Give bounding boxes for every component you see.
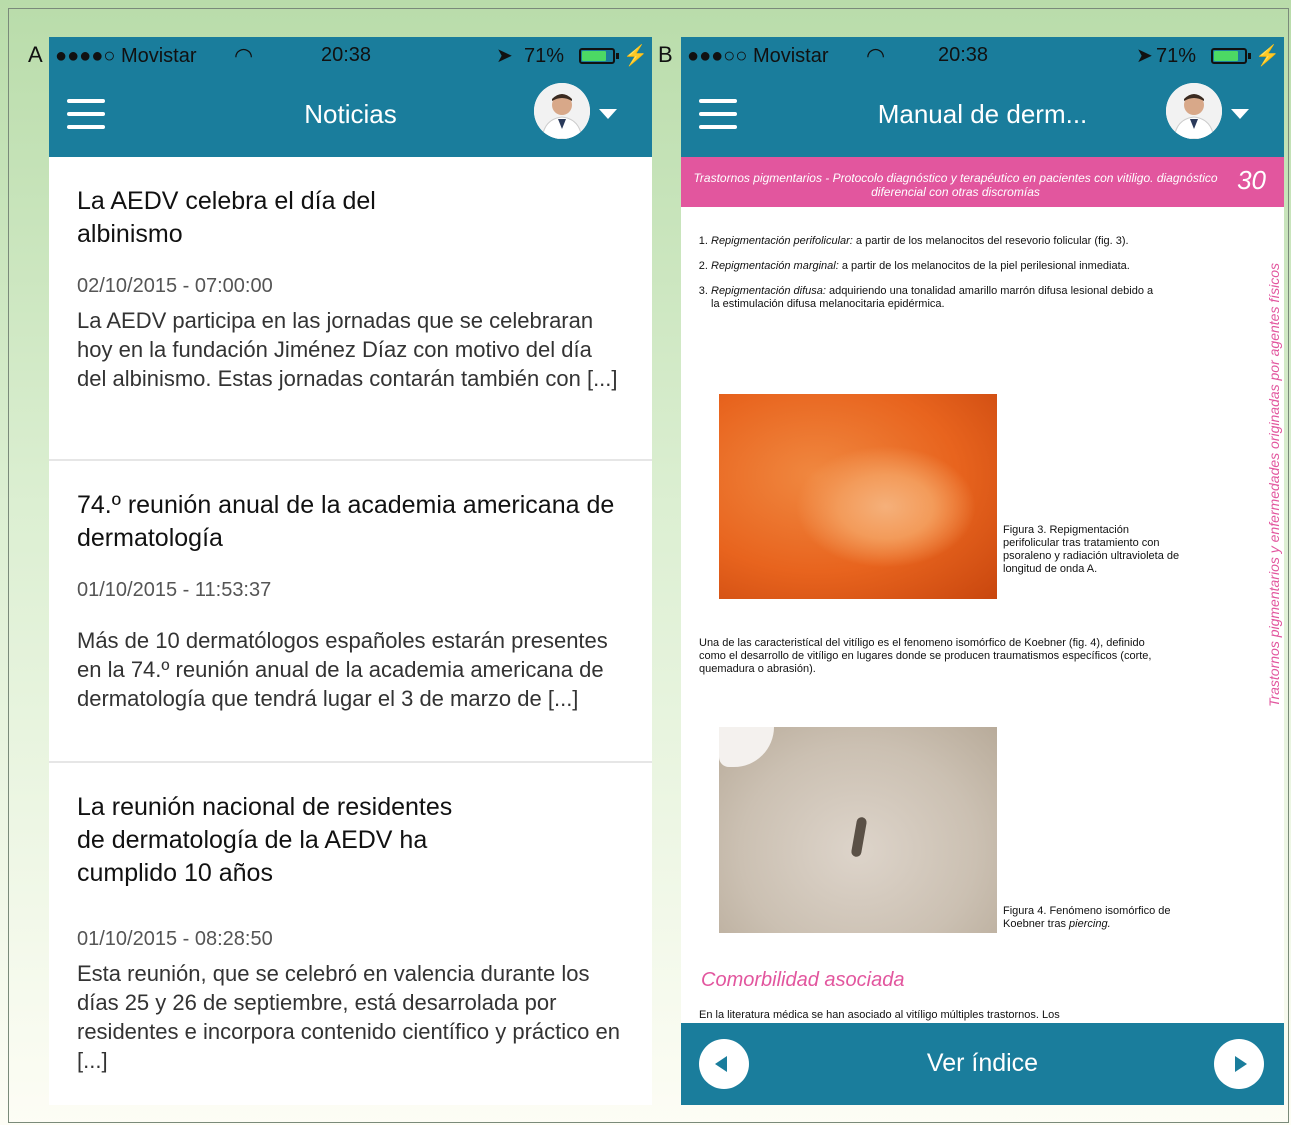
news-date: 01/10/2015 - 11:53:37	[77, 579, 272, 601]
news-title: La AEDV celebra el día del albinismo	[77, 187, 376, 248]
list-item: Repigmentación difusa: adquiriendo una t…	[711, 285, 1159, 311]
page-number: 30	[1237, 165, 1266, 195]
phone-news: ●●●●○ Movistar ◠ 20:38 ➤ 71% ⚡ Noticias …	[49, 37, 652, 1105]
charging-icon: ⚡	[623, 45, 648, 67]
news-item[interactable]: 74.º reunión anual de la academia americ…	[49, 461, 652, 763]
battery-icon	[1211, 48, 1251, 64]
news-item[interactable]: La AEDV celebra el día del albinismo 02/…	[49, 157, 652, 461]
clock: 20:38	[321, 44, 372, 66]
carrier-label: ●●●○○ Movistar	[687, 45, 829, 67]
phone-manual: ●●●○○ Movistar ◠ 20:38 ➤ 71% ⚡ Manual de…	[681, 37, 1284, 1105]
battery-percent: 71%	[524, 45, 565, 67]
section-side-label: Trastornos pigmentarios y enfermedades o…	[1266, 262, 1282, 708]
location-arrow-icon: ➤	[496, 45, 513, 67]
section-heading: Comorbilidad asociada	[701, 969, 905, 991]
list-item: Repigmentación marginal: a partir de los…	[711, 260, 1159, 273]
wifi-icon: ◠	[866, 43, 886, 68]
document-list: Repigmentación perifolicular: a partir d…	[699, 235, 1159, 323]
chevron-right-icon	[1235, 1056, 1247, 1072]
news-date: 02/10/2015 - 07:00:00	[77, 275, 273, 297]
body-paragraph: Una de las caracteristícal del vitíligo …	[699, 637, 1152, 675]
battery-percent: 71%	[1156, 45, 1197, 67]
chapter-header: Trastornos pigmentarios - Protocolo diag…	[681, 157, 1284, 207]
news-title: 74.º reunión anual de la academia americ…	[77, 491, 615, 552]
wifi-icon: ◠	[234, 43, 254, 68]
body-paragraph: En la literatura médica se han asociado …	[699, 1009, 1060, 1021]
panel-label-a: A	[28, 42, 43, 67]
figure-3-caption: Figura 3. Repigmentación perifolicular t…	[1003, 524, 1180, 575]
location-arrow-icon: ➤	[1136, 45, 1153, 67]
avatar[interactable]	[1166, 83, 1222, 139]
index-button[interactable]: Ver índice	[681, 1049, 1284, 1078]
nav-bar: Noticias	[49, 77, 652, 157]
clock: 20:38	[938, 44, 989, 66]
figure-3-image	[719, 394, 997, 599]
battery-icon	[579, 48, 619, 64]
news-excerpt: Esta reunión, que se celebró en valencia…	[77, 961, 620, 1073]
panel-label-b: B	[658, 42, 673, 67]
news-item[interactable]: La reunión nacional de residentes de der…	[49, 763, 652, 1103]
chevron-down-icon[interactable]	[1231, 109, 1249, 119]
news-list: La AEDV celebra el día del albinismo 02/…	[49, 157, 652, 1103]
news-excerpt: Más de 10 dermatólogos españoles estarán…	[77, 628, 608, 711]
status-bar: ●●●●○ Movistar ◠ 20:38 ➤ 71% ⚡	[49, 37, 652, 77]
figure-4-image	[719, 727, 997, 933]
news-excerpt: La AEDV participa en las jornadas que se…	[77, 308, 618, 391]
chevron-down-icon[interactable]	[599, 109, 617, 119]
news-title: La reunión nacional de residentes de der…	[77, 793, 453, 887]
avatar[interactable]	[534, 83, 590, 139]
chapter-title: Trastornos pigmentarios - Protocolo diag…	[693, 171, 1218, 199]
status-bar: ●●●○○ Movistar ◠ 20:38 ➤ 71% ⚡	[681, 37, 1284, 77]
list-item: Repigmentación perifolicular: a partir d…	[711, 235, 1159, 248]
nav-bar: Manual de derm...	[681, 77, 1284, 157]
carrier-label: ●●●●○ Movistar	[55, 45, 197, 67]
next-page-button[interactable]	[1214, 1039, 1264, 1089]
figure-4-caption: Figura 4. Fenómeno isomórfico de Koebner…	[1003, 905, 1171, 930]
charging-icon: ⚡	[1255, 45, 1280, 67]
bottom-nav: Ver índice	[681, 1023, 1284, 1105]
news-date: 01/10/2015 - 08:28:50	[77, 928, 273, 950]
